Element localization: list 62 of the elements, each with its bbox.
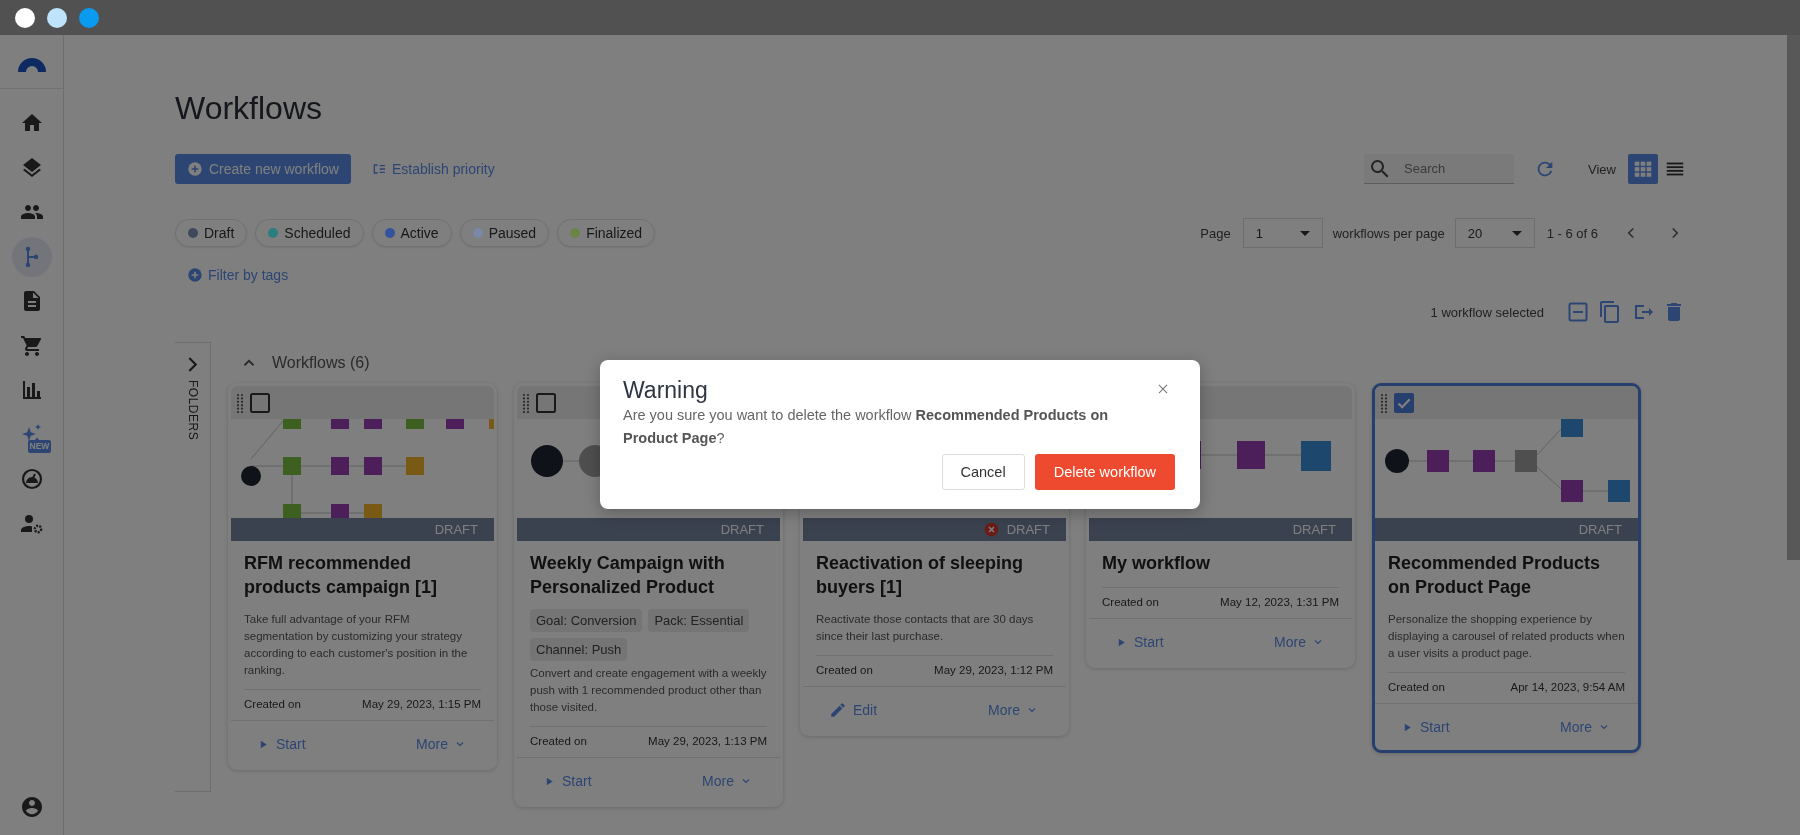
- status-label: DRAFT: [720, 522, 764, 537]
- folders-label: FOLDERS: [185, 380, 200, 441]
- status-filter-chip[interactable]: Active: [371, 219, 452, 247]
- search-field[interactable]: Search: [1364, 154, 1515, 184]
- created-date: Apr 14, 2023, 9:54 AM: [1510, 681, 1625, 693]
- per-page-label: workflows per page: [1332, 225, 1445, 241]
- tag: Goal: Conversion: [530, 609, 643, 632]
- status-filter-chip[interactable]: Draft: [175, 219, 248, 247]
- section-title: Workflows (6): [272, 353, 370, 372]
- cancel-button[interactable]: Cancel: [941, 454, 1025, 490]
- more-button[interactable]: More: [1560, 719, 1610, 735]
- more-button[interactable]: More: [988, 702, 1038, 718]
- card-title: Reactivation of sleeping buyers [1]: [816, 552, 1025, 599]
- created-date: May 12, 2023, 1:31 PM: [1220, 596, 1339, 608]
- created-date: May 29, 2023, 1:13 PM: [648, 735, 767, 747]
- start-button[interactable]: Start: [1401, 719, 1450, 735]
- more-button[interactable]: More: [416, 736, 466, 752]
- card-description: Personalize the shopping experience by displaying a carousel of related products when a user visits a product page.: [1388, 612, 1625, 661]
- status-label: DRAFT: [1292, 522, 1336, 537]
- tag: Channel: Push: [530, 638, 628, 661]
- status-label: DRAFT: [434, 522, 478, 537]
- per-page-select[interactable]: 20: [1454, 218, 1535, 248]
- view-label: View: [1588, 161, 1616, 177]
- card-description: Take full advantage of your RFM segmentation by customizing your strategy according to each customer's position in the ranking.: [244, 612, 469, 678]
- establish-priority-link[interactable]: Establish priority: [370, 161, 495, 177]
- dialog-title: Warning: [623, 376, 708, 404]
- status-filter-chip[interactable]: Finalized: [557, 219, 656, 247]
- card-description: Reactivate those contacts that are 30 days since their last purchase.: [816, 612, 1035, 644]
- filter-by-tags-link[interactable]: Filter by tags: [187, 267, 289, 283]
- created-label: Created on: [244, 698, 301, 710]
- start-button[interactable]: Start: [257, 736, 306, 752]
- status-label: DRAFT: [1578, 522, 1622, 537]
- created-label: Created on: [816, 664, 873, 676]
- page-label: Page: [1200, 225, 1231, 241]
- created-label: Created on: [1102, 596, 1159, 608]
- card-title: Recommended Products on Product Page: [1388, 552, 1602, 599]
- card-title: Weekly Campaign with Personalized Product: [530, 552, 726, 599]
- card-title: RFM recommended products campaign [1]: [244, 552, 439, 599]
- card-description: Convert and create engagement with a weekly push with 1 recommended product other than those visited.: [530, 666, 767, 715]
- created-date: May 29, 2023, 1:12 PM: [934, 664, 1053, 676]
- create-workflow-button[interactable]: Create new workflow: [175, 154, 351, 184]
- created-date: May 29, 2023, 1:15 PM: [362, 698, 481, 710]
- folders-panel[interactable]: FOLDERS: [175, 342, 211, 792]
- delete-workflow-button[interactable]: Delete workflow: [1034, 454, 1175, 490]
- card-title: My workflow: [1102, 552, 1211, 575]
- tag: Pack: Essential: [648, 609, 750, 632]
- more-button[interactable]: More: [1274, 634, 1324, 650]
- status-filter-chip[interactable]: Paused: [459, 219, 550, 247]
- page-select[interactable]: 1: [1242, 218, 1323, 248]
- start-button[interactable]: Start: [543, 773, 592, 789]
- selection-count: 1 workflow selected: [1430, 304, 1544, 320]
- edit-button[interactable]: Edit: [829, 701, 878, 719]
- sidebar-item[interactable]: NEW: [11, 414, 52, 455]
- start-button[interactable]: Start: [1115, 634, 1164, 650]
- new-badge: NEW: [27, 439, 52, 453]
- more-button[interactable]: More: [702, 773, 752, 789]
- page-title: Workflows: [175, 89, 323, 127]
- page-range: 1 - 6 of 6: [1546, 225, 1598, 241]
- status-label: DRAFT: [1006, 522, 1050, 537]
- created-label: Created on: [530, 735, 587, 747]
- created-label: Created on: [1388, 681, 1445, 693]
- status-filter-chip[interactable]: Scheduled: [255, 219, 364, 247]
